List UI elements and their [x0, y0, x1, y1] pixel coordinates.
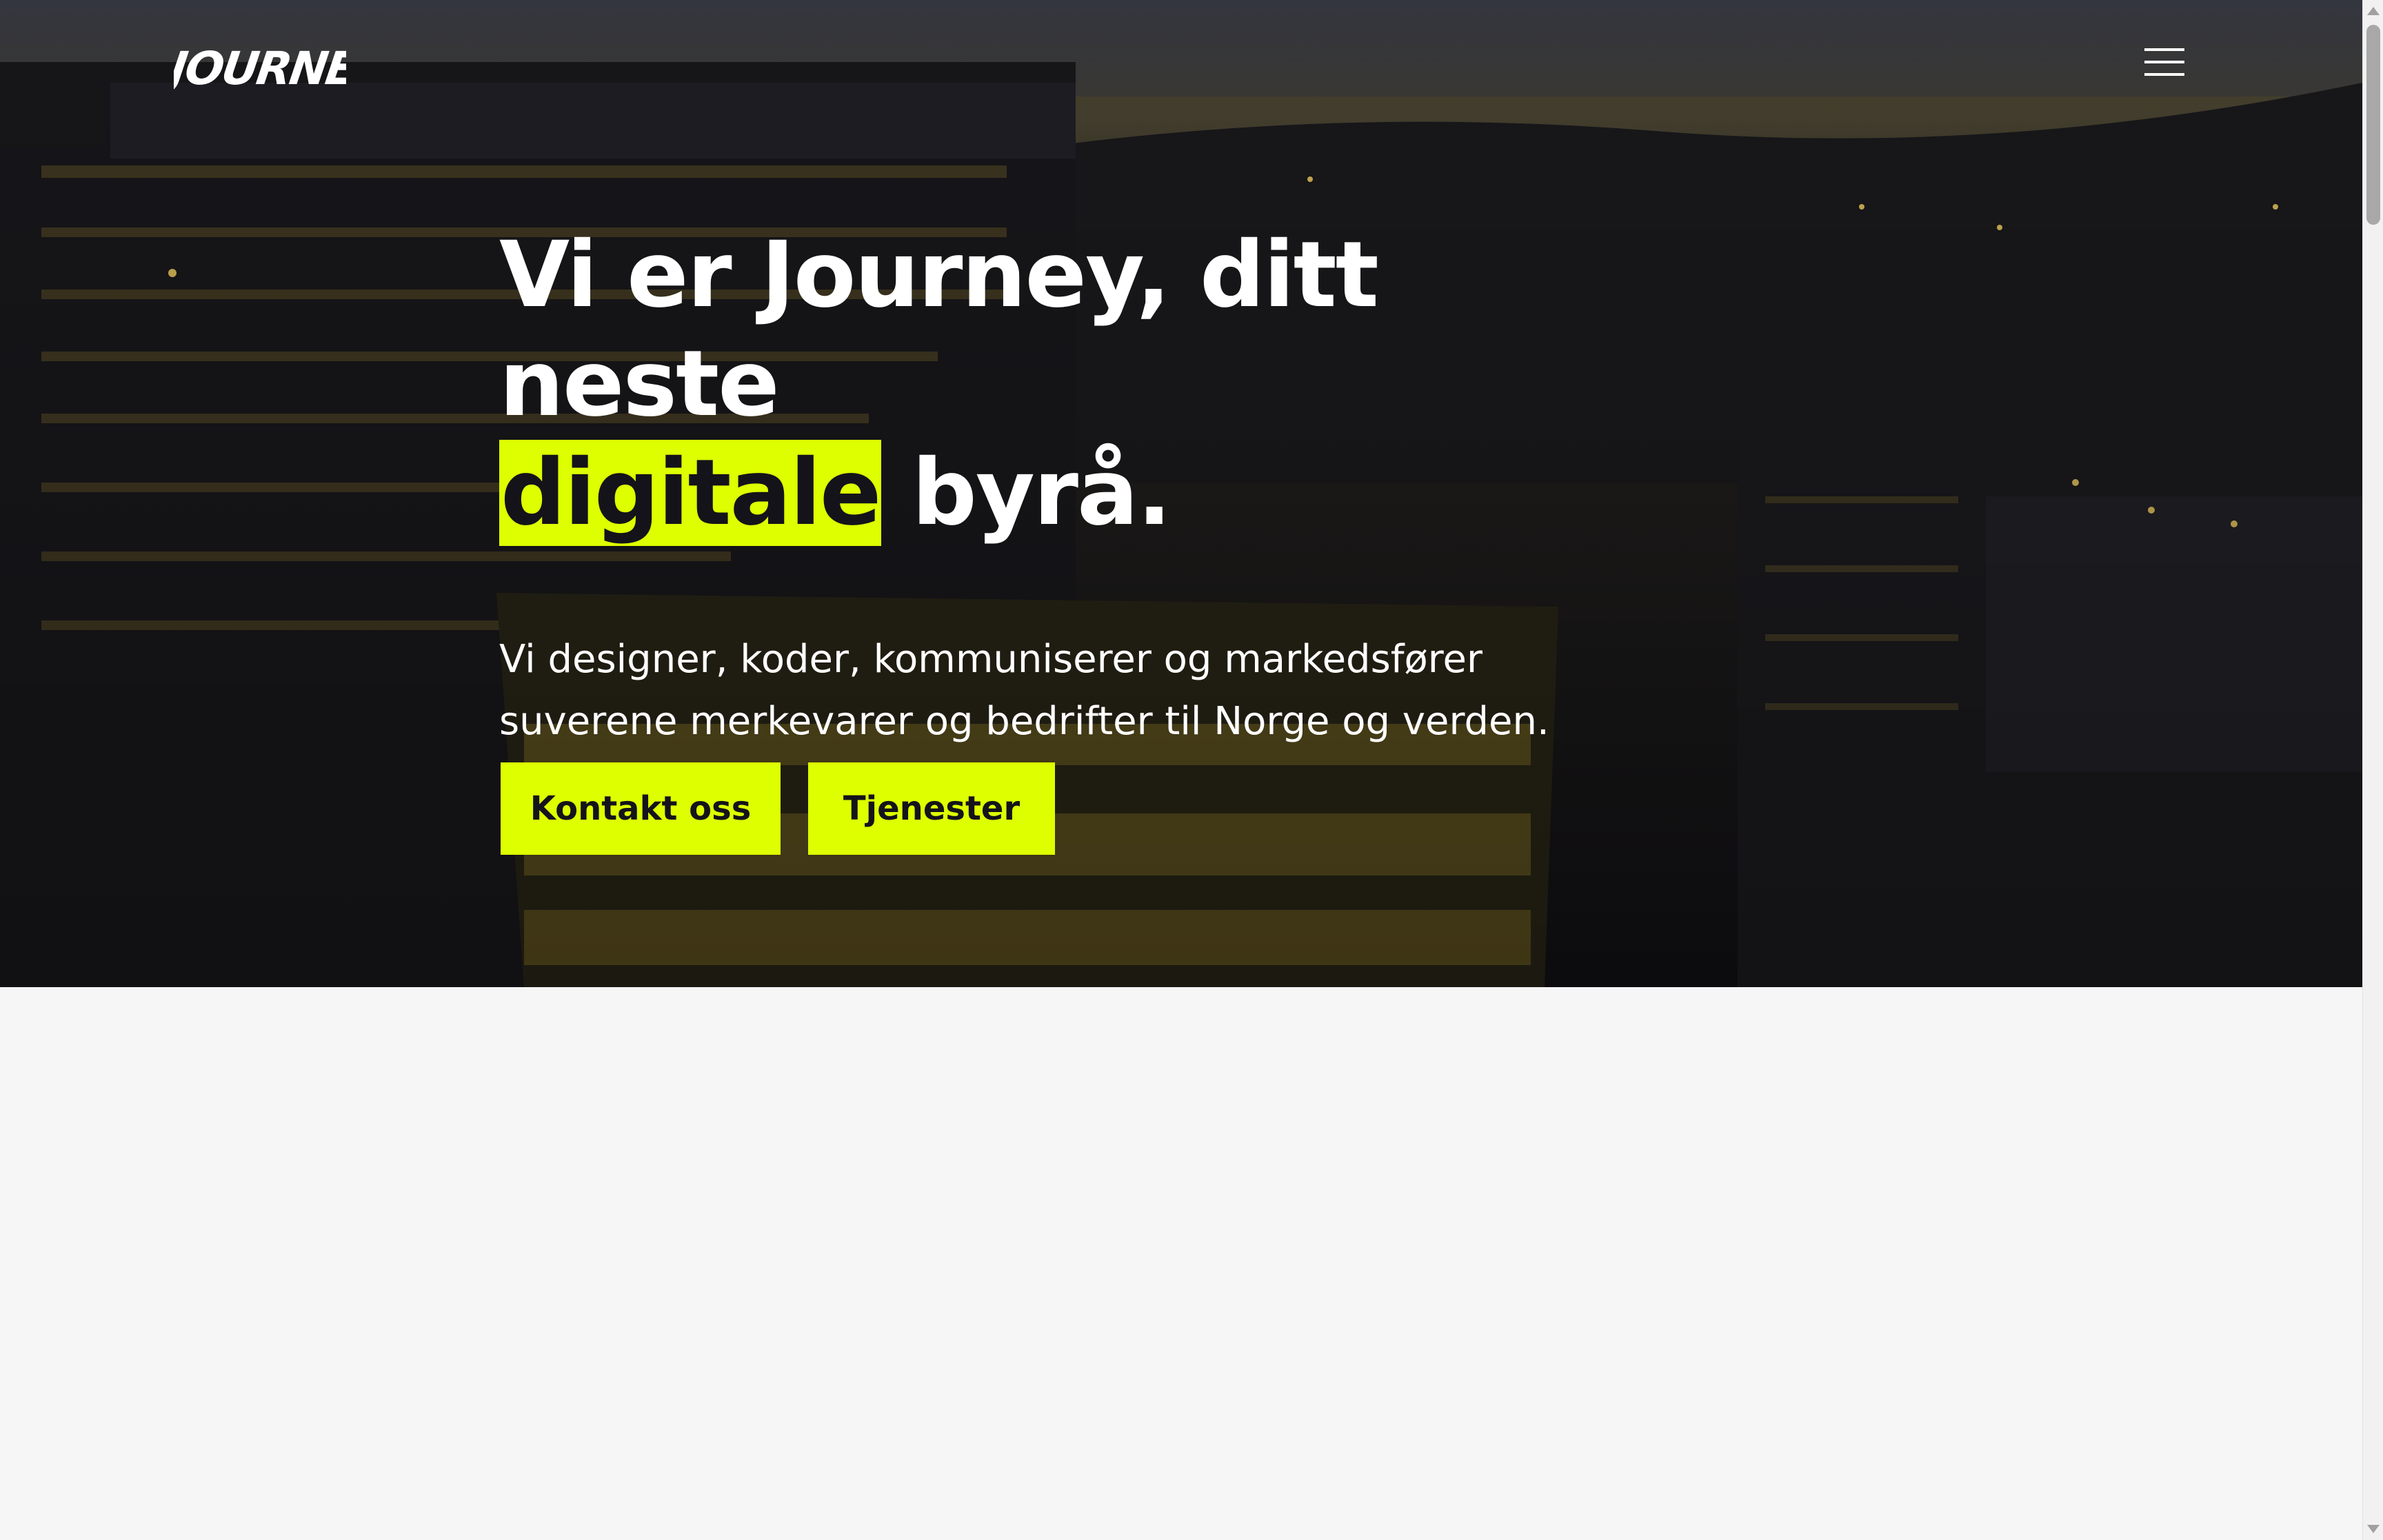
hero-section: JOURNEY Vi er Journey, ditt neste digital…: [0, 0, 2362, 987]
menu-line: [2144, 61, 2184, 63]
page-scrollbar[interactable]: [2362, 0, 2383, 1540]
page: JOURNEY Vi er Journey, ditt neste digital…: [0, 0, 2383, 1540]
hero-content: Vi er Journey, ditt neste digitale byrå. …: [499, 221, 1671, 753]
hero-buttons: Kontakt oss Tjenester: [501, 762, 1055, 855]
hamburger-menu-icon[interactable]: [2144, 45, 2189, 79]
svg-text:JOURNEY: JOURNEY: [174, 41, 346, 95]
services-button[interactable]: Tjenester: [808, 762, 1055, 855]
headline-part-1: Vi er Journey, ditt neste: [499, 222, 1379, 437]
scroll-up-arrow-icon[interactable]: [2367, 7, 2380, 15]
scrollbar-thumb[interactable]: [2366, 25, 2380, 225]
scroll-down-arrow-icon[interactable]: [2367, 1525, 2380, 1533]
headline-highlight: digitale: [499, 440, 881, 546]
headline-part-2: byrå.: [881, 440, 1172, 546]
contact-button[interactable]: Kontakt oss: [501, 762, 781, 855]
menu-line: [2144, 48, 2184, 51]
hero-subtext: Vi designer, koder, kommuniserer og mark…: [499, 637, 1549, 744]
content-area: [0, 987, 2362, 1540]
hero-headline: Vi er Journey, ditt neste digitale byrå.: [499, 221, 1671, 547]
journey-logo[interactable]: JOURNEY: [174, 36, 346, 98]
menu-line: [2144, 73, 2184, 76]
